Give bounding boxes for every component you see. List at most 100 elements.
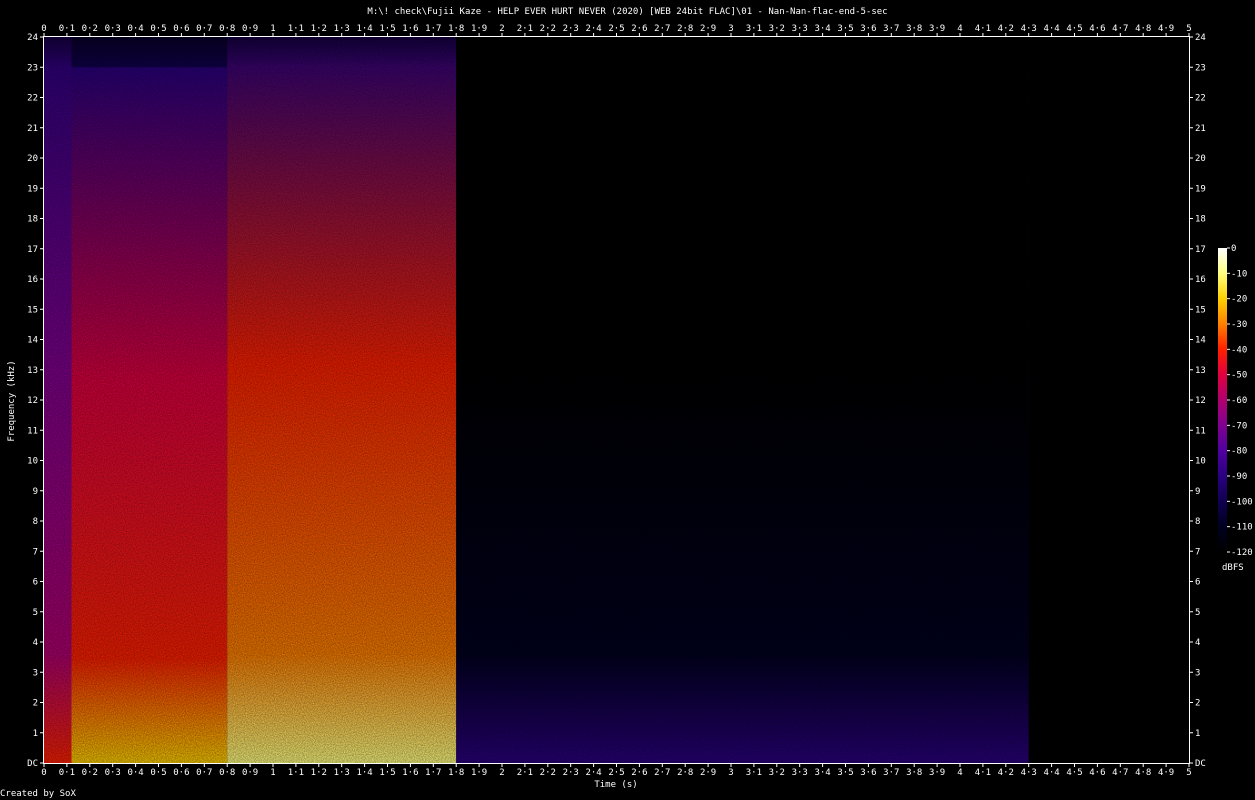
x-tick-label: 1·8	[448, 768, 464, 778]
x-tick-label: 2·5	[608, 768, 624, 778]
y-tick-label: 2	[1195, 699, 1200, 709]
x-tick-label: 3	[728, 24, 733, 34]
x-tick-label: 0·5	[150, 24, 166, 34]
y-tick-label: 4	[1195, 638, 1200, 648]
x-tick-label: 3·1	[746, 24, 762, 34]
x-tick-label: 1·7	[425, 24, 441, 34]
x-tick-label: 1·9	[471, 24, 487, 34]
colorbar-tick-label: -20	[1231, 295, 1247, 305]
x-tick-label: 1·6	[402, 768, 418, 778]
y-tick-label: 3	[1195, 668, 1200, 678]
x-tick-label: 5	[1186, 768, 1191, 778]
x-tick-label: 0·8	[219, 24, 235, 34]
x-tick-label: 4·7	[1112, 768, 1128, 778]
x-tick-label: 3	[728, 768, 733, 778]
x-tick-label: 3·7	[883, 768, 899, 778]
y-tick-label: 23	[27, 63, 38, 73]
x-tick-label: 3·2	[769, 24, 785, 34]
x-tick-label: 2·2	[540, 24, 556, 34]
colorbar-tick-label: -100	[1231, 497, 1253, 507]
colorbar-tick-label: -10	[1231, 269, 1247, 279]
x-tick-label: 1·9	[471, 768, 487, 778]
x-tick-label: 3·8	[906, 24, 922, 34]
y-tick-label: 20	[27, 154, 38, 164]
y-tick-label: DC	[27, 759, 38, 769]
x-tick-label: 4·3	[1021, 768, 1037, 778]
noise-texture	[44, 37, 1189, 763]
y-tick-label: 22	[27, 94, 38, 104]
y-tick-label: 24	[27, 33, 38, 43]
y-tick-label: 24	[1195, 33, 1206, 43]
x-tick-label: 2·8	[677, 24, 693, 34]
x-tick-label: 0·6	[173, 24, 189, 34]
x-tick-label: 0·7	[196, 24, 212, 34]
x-tick-label: 4·3	[1021, 24, 1037, 34]
x-tick-label: 3·6	[860, 768, 876, 778]
x-tick-label: 2·4	[585, 24, 601, 34]
x-tick-label: 1·4	[356, 768, 372, 778]
x-tick-label: 2	[499, 768, 504, 778]
x-tick-label: 1·5	[379, 768, 395, 778]
y-tick-label: 22	[1195, 94, 1206, 104]
x-tick-label: 4·9	[1158, 768, 1174, 778]
x-tick-label: 0·9	[242, 768, 258, 778]
x-tick-label: 1·2	[311, 768, 327, 778]
x-tick-label: 1·4	[356, 24, 372, 34]
x-tick-label: 2·3	[563, 768, 579, 778]
y-tick-label: 6	[33, 578, 38, 588]
x-tick-label: 2·9	[700, 24, 716, 34]
x-tick-label: 2·7	[654, 24, 670, 34]
x-tick-label: 0	[41, 768, 46, 778]
x-tick-label: 2·6	[631, 768, 647, 778]
x-tick-label: 4·6	[1089, 768, 1105, 778]
x-tick-label: 3·8	[906, 768, 922, 778]
y-tick-label: 13	[1195, 366, 1206, 376]
x-tick-label: 4·7	[1112, 24, 1128, 34]
x-tick-label: 4·8	[1135, 24, 1151, 34]
x-tick-label: 1·7	[425, 768, 441, 778]
y-tick-label: 11	[27, 426, 38, 436]
y-tick-label: 12	[1195, 396, 1206, 406]
x-tick-label: 4	[957, 768, 962, 778]
y-tick-label: 23	[1195, 63, 1206, 73]
spectrogram-chart: 0 0 0·1 0·1 0·2 0·2 0·3 0·3 0·4 0·4 0·5 0·5 0·6 0·6 0·…	[27, 24, 1253, 778]
y-tick-label: 20	[1195, 154, 1206, 164]
x-tick-label: 1·1	[288, 768, 304, 778]
y-tick-label: 9	[33, 487, 38, 497]
y-tick-label: 1	[33, 729, 38, 739]
x-tick-label: 4·6	[1089, 24, 1105, 34]
x-tick-label: 1·1	[288, 24, 304, 34]
x-tick-label: 1·6	[402, 24, 418, 34]
x-tick-label: 4·5	[1066, 24, 1082, 34]
x-tick-label: 4	[957, 24, 962, 34]
y-tick-label: 19	[1195, 184, 1206, 194]
x-tick-label: 0	[41, 24, 46, 34]
y-tick-label: 7	[1195, 547, 1200, 557]
colorbar: 0 -10 -20 -30 -40 -50 -60 -70 -80 -90 -100 -110 -120	[1218, 244, 1253, 558]
x-tick-label: 4·5	[1066, 768, 1082, 778]
x-tick-label: 2·1	[517, 24, 533, 34]
y-tick-label: 21	[1195, 124, 1206, 134]
x-tick-label: 4·4	[1043, 768, 1059, 778]
colorbar-gradient	[1218, 248, 1227, 552]
colorbar-tick-label: -80	[1231, 447, 1247, 457]
x-tick-label: 3·5	[837, 768, 853, 778]
x-tick-label: 4·9	[1158, 24, 1174, 34]
x-tick-label: 3·5	[837, 24, 853, 34]
colorbar-tick-label: -70	[1231, 421, 1247, 431]
x-tick-label: 2·4	[585, 768, 601, 778]
y-tick-label: 15	[1195, 305, 1206, 315]
x-tick-label: 2·2	[540, 768, 556, 778]
x-tick-label: 3·6	[860, 24, 876, 34]
x-tick-label: 3·9	[929, 24, 945, 34]
x-tick-label: 4·2	[998, 768, 1014, 778]
x-tick-label: 4·8	[1135, 768, 1151, 778]
y-tick-label: 16	[27, 275, 38, 285]
x-tick-label: 0·1	[59, 768, 75, 778]
x-tick-label: 5	[1186, 24, 1191, 34]
colorbar-tick-label: -90	[1231, 472, 1247, 482]
x-tick-label: 1	[270, 768, 275, 778]
x-tick-label: 2·7	[654, 768, 670, 778]
x-tick-label: 4·2	[998, 24, 1014, 34]
colorbar-tick-label: -30	[1231, 320, 1247, 330]
